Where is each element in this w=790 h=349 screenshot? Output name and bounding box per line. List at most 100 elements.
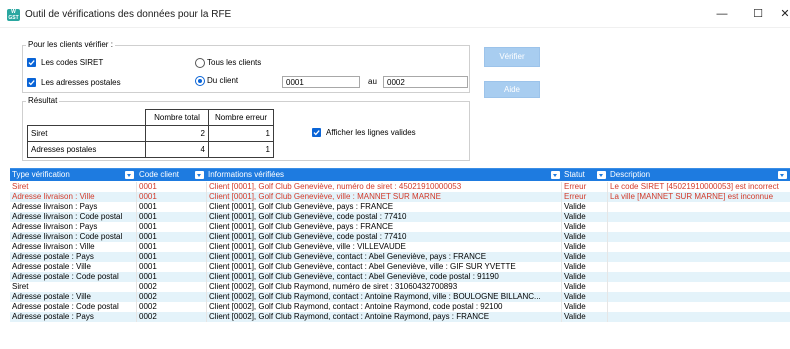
cell-type: Adresse livraison : Ville xyxy=(10,192,137,202)
table-row[interactable]: Adresse livraison : Code postal 0001 Clien… xyxy=(10,232,790,242)
cell-description xyxy=(608,212,790,222)
cell-info: Client [0002], Golf Club Raymond, contac… xyxy=(207,302,562,312)
table-row[interactable]: Adresse livraison : Ville 0001 Client [000… xyxy=(10,242,790,252)
column-header-description[interactable]: Description xyxy=(608,169,790,181)
cell-description xyxy=(608,312,790,322)
cell-status: Erreur xyxy=(562,192,608,202)
cell-type: Adresse postale : Code postal xyxy=(10,272,137,282)
help-button[interactable]: Aide xyxy=(484,81,540,98)
summary-header-errors: Nombre erreur xyxy=(208,109,274,126)
cell-status: Valide xyxy=(562,262,608,272)
cell-info: Client [0001], Golf Club Geneviève, cont… xyxy=(207,252,562,262)
to-client-input[interactable] xyxy=(383,76,468,88)
all-clients-radio[interactable] xyxy=(195,58,205,68)
cell-code: 0002 xyxy=(137,282,207,292)
cell-status: Valide xyxy=(562,312,608,322)
cell-type: Siret xyxy=(10,182,137,192)
cell-type: Adresse livraison : Pays xyxy=(10,222,137,232)
table-row[interactable]: Siret 0002 Client [0002], Golf Club Raymon… xyxy=(10,282,790,292)
summary-row-label: Adresses postales xyxy=(27,141,146,158)
cell-info: Client [0002], Golf Club Raymond, contac… xyxy=(207,292,562,302)
table-row[interactable]: Adresse postale : Pays 0001 Client [0001],… xyxy=(10,252,790,262)
filter-dropdown-icon[interactable] xyxy=(125,171,134,179)
cell-code: 0002 xyxy=(137,292,207,302)
to-client-label: au xyxy=(368,77,377,86)
verify-button[interactable]: Vérifier xyxy=(484,47,540,67)
cell-code: 0001 xyxy=(137,262,207,272)
cell-info: Client [0001], Golf Club Geneviève, pays… xyxy=(207,222,562,232)
cell-code: 0001 xyxy=(137,212,207,222)
column-header-type[interactable]: Type vérification xyxy=(10,169,136,181)
cell-description xyxy=(608,222,790,232)
cell-status: Valide xyxy=(562,222,608,232)
cell-description xyxy=(608,292,790,302)
column-header-info[interactable]: Informations vérifiées xyxy=(206,169,560,181)
filter-dropdown-icon[interactable] xyxy=(597,171,606,179)
app-icon: W GST xyxy=(7,9,20,21)
cell-status: Valide xyxy=(562,232,608,242)
cell-description xyxy=(608,252,790,262)
filter-dropdown-icon[interactable] xyxy=(195,171,204,179)
cell-type: Adresse postale : Code postal xyxy=(10,302,137,312)
summary-corner-cell xyxy=(27,109,146,126)
cell-status: Valide xyxy=(562,272,608,282)
cell-description xyxy=(608,282,790,292)
filter-dropdown-icon[interactable] xyxy=(778,171,787,179)
cell-info: Client [0002], Golf Club Raymond, numéro… xyxy=(207,282,562,292)
from-client-radio-label: Du client xyxy=(207,76,239,85)
cell-description xyxy=(608,302,790,312)
cell-code: 0001 xyxy=(137,272,207,282)
addresses-checkbox[interactable] xyxy=(27,78,36,87)
table-row[interactable]: Adresse postale : Ville 0001 Client [0001]… xyxy=(10,262,790,272)
maximize-icon[interactable]: ☐ xyxy=(748,6,768,22)
from-client-radio[interactable] xyxy=(195,76,205,86)
table-row[interactable]: Adresse postale : Code postal 0001 Client … xyxy=(10,272,790,282)
minimize-icon[interactable]: — xyxy=(712,6,732,22)
summary-errors-value: 1 xyxy=(208,125,274,142)
siret-checkbox[interactable] xyxy=(27,58,36,67)
table-row[interactable]: Siret 0001 Client [0001], Golf Club Genevi… xyxy=(10,182,790,192)
cell-type: Adresse livraison : Ville xyxy=(10,242,137,252)
cell-code: 0001 xyxy=(137,242,207,252)
siret-checkbox-label: Les codes SIRET xyxy=(41,58,104,67)
title-bar: W GST Outil de vérifications des données… xyxy=(0,0,790,28)
cell-type: Adresse postale : Ville xyxy=(10,292,137,302)
cell-info: Client [0001], Golf Club Geneviève, numé… xyxy=(207,182,562,192)
cell-type: Adresse livraison : Pays xyxy=(10,202,137,212)
cell-info: Client [0001], Golf Club Geneviève, pays… xyxy=(207,202,562,212)
table-row[interactable]: Adresse livraison : Ville 0001 Client [000… xyxy=(10,192,790,202)
cell-status: Valide xyxy=(562,202,608,212)
addresses-checkbox-label: Les adresses postales xyxy=(41,78,121,87)
table-row[interactable]: Adresse postale : Pays 0002 Client [0002],… xyxy=(10,312,790,322)
summary-row-label: Siret xyxy=(27,125,146,142)
cell-code: 0001 xyxy=(137,182,207,192)
table-row[interactable]: Adresse livraison : Pays 0001 Client [0001… xyxy=(10,222,790,232)
cell-type: Adresse postale : Pays xyxy=(10,312,137,322)
cell-description xyxy=(608,202,790,212)
cell-info: Client [0002], Golf Club Raymond, contac… xyxy=(207,312,562,322)
summary-errors-value: 1 xyxy=(208,141,274,158)
table-row[interactable]: Adresse postale : Ville 0002 Client [0002]… xyxy=(10,292,790,302)
table-row[interactable]: Adresse livraison : Pays 0001 Client [0001… xyxy=(10,202,790,212)
cell-description xyxy=(608,262,790,272)
cell-code: 0001 xyxy=(137,192,207,202)
cell-status: Valide xyxy=(562,212,608,222)
summary-header-total: Nombre total xyxy=(145,109,209,126)
table-row[interactable]: Adresse livraison : Code postal 0001 Clien… xyxy=(10,212,790,222)
table-row[interactable]: Adresse postale : Code postal 0002 Client … xyxy=(10,302,790,312)
summary-row-siret: Siret 2 1 xyxy=(27,125,274,142)
show-valid-checkbox[interactable] xyxy=(312,128,321,137)
cell-code: 0001 xyxy=(137,202,207,212)
results-grid[interactable]: Type vérification Code client Informatio… xyxy=(10,168,790,349)
cell-status: Valide xyxy=(562,292,608,302)
cell-status: Erreur xyxy=(562,182,608,192)
cell-info: Client [0001], Golf Club Geneviève, code… xyxy=(207,212,562,222)
cell-status: Valide xyxy=(562,282,608,292)
cell-code: 0001 xyxy=(137,252,207,262)
close-icon[interactable]: ✕ xyxy=(775,6,790,22)
cell-description xyxy=(608,242,790,252)
filter-dropdown-icon[interactable] xyxy=(551,171,560,179)
from-client-input[interactable] xyxy=(282,76,360,88)
cell-description: Le code SIRET [45021910000053] est incor… xyxy=(608,182,790,192)
cell-description: La ville [MANNET SUR MARNE] est inconnue xyxy=(608,192,790,202)
